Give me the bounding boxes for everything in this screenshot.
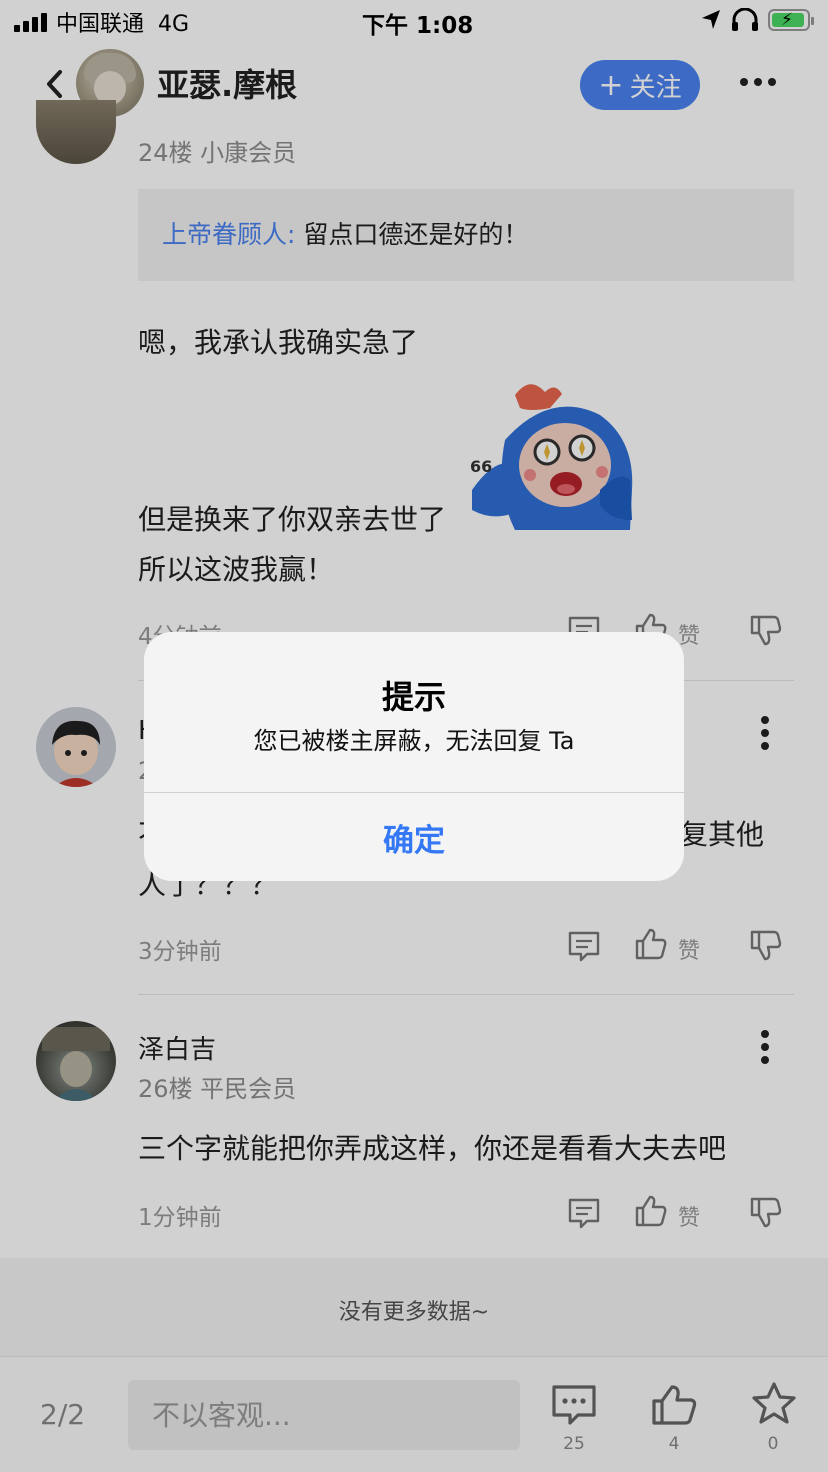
dialog-message: 您已被楼主屏蔽，无法回复 Ta: [253, 727, 575, 755]
confirm-button[interactable]: 确定: [144, 793, 684, 881]
alert-dialog: 提示 您已被楼主屏蔽，无法回复 Ta 确定: [144, 632, 684, 881]
dialog-title: 提示: [381, 678, 446, 716]
